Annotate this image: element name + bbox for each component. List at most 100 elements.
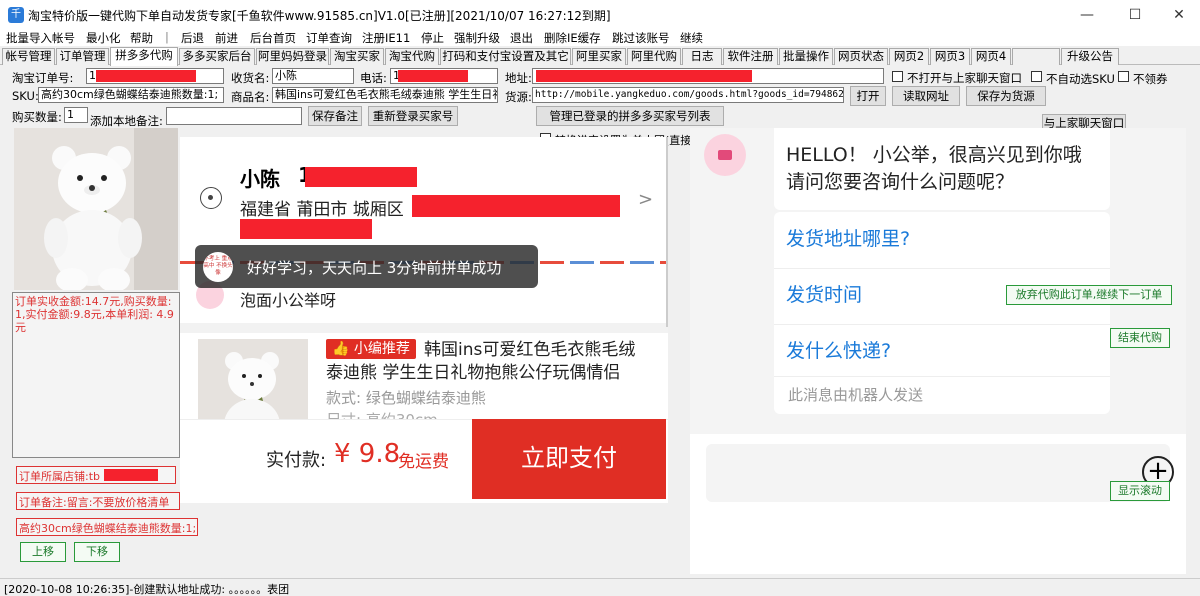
maximize-button[interactable]: ☐ (1112, 0, 1158, 30)
tab-ali-buyer[interactable]: 阿里买家 (572, 48, 626, 65)
no-auto-sku-checkbox[interactable] (1031, 71, 1042, 82)
sku-info-text: 高约30cm绿色蝴蝶结泰迪熊数量:1; (16, 518, 198, 536)
menu-skip-account[interactable]: 跳过该账号 (612, 30, 670, 46)
source-label: 货源: (505, 90, 532, 104)
menu-minimize[interactable]: 最小化 (86, 30, 121, 46)
toast-text: 好好学习，天天向上 3分钟前拼单成功 (247, 259, 502, 277)
menu-register-ie11[interactable]: 注册IE11 (362, 30, 410, 46)
tab-blank[interactable] (1012, 48, 1060, 65)
menu-bar: 批量导入帐号 最小化 帮助 | 后退 前进 后台首页 订单查询 注册IE11 停… (0, 30, 1200, 46)
menu-clear-ie-cache[interactable]: 删除IE缓存 (544, 30, 601, 46)
tab-ali-purchase[interactable]: 阿里代购 (627, 48, 681, 65)
tab-page3[interactable]: 网页3 (930, 48, 970, 65)
move-up-button[interactable]: 上移 (20, 542, 66, 562)
question-ship-time[interactable]: 发货时间 (786, 280, 862, 307)
menu-stop[interactable]: 停止 (421, 30, 444, 46)
divider (774, 268, 1110, 269)
product-style: 款式: 绿色蝴蝶结泰迪熊 (326, 389, 486, 407)
read-url-button[interactable]: 读取网址 (892, 86, 960, 106)
qty-field[interactable]: 1 (64, 107, 88, 123)
tab-taobao-buyer[interactable]: 淘宝买家 (330, 48, 384, 65)
divider (180, 323, 668, 333)
divider (774, 376, 1110, 377)
pay-label: 实付款: (266, 450, 327, 471)
redaction (96, 70, 196, 82)
remark-field[interactable] (166, 107, 302, 125)
menu-home[interactable]: 后台首页 (250, 30, 296, 46)
tab-software-register[interactable]: 软件注册 (723, 48, 778, 65)
tab-pdd-purchase[interactable]: 拼多多代购 (110, 47, 178, 66)
window-title: 淘宝特价版一键代购下单自动发货专家[千鱼软件www.91585.cn]V1.0[… (28, 9, 611, 23)
menu-help[interactable]: 帮助 (130, 30, 153, 46)
open-button[interactable]: 打开 (850, 86, 886, 106)
pay-now-button[interactable]: 立即支付 (472, 419, 666, 499)
product-field[interactable]: 韩国ins可爱红色毛衣熊毛绒泰迪熊 学生生日礼 (272, 87, 498, 103)
tab-page4[interactable]: 网页4 (971, 48, 1011, 65)
finish-purchase-button[interactable]: 结束代购 (1110, 328, 1170, 348)
chat-panel: HELLO！ 小公举，很高兴见到你哦 请问您要咨询什么问题呢？ 发货地址哪里? … (690, 128, 1186, 434)
group-buy-toast: 不考上 重点高中 不换头像 好好学习，天天向上 3分钟前拼单成功 (195, 245, 538, 288)
minimize-button[interactable]: — (1064, 0, 1110, 30)
question-address[interactable]: 发货地址哪里? (786, 224, 910, 251)
qty-label: 购买数量: (12, 110, 62, 124)
toast-avatar: 不考上 重点高中 不换头像 (203, 252, 233, 282)
chevron-right-icon[interactable]: > (638, 189, 653, 210)
order-amount-text: 订单实收金额:14.7元,购买数量:1,实付金额:9.8元,本单利润: 4.9元 (15, 295, 174, 334)
receiver-field[interactable]: 小陈 (272, 68, 354, 84)
menu-exit[interactable]: 退出 (510, 30, 533, 46)
menu-order-query[interactable]: 订单查询 (306, 30, 352, 46)
tab-strip: 帐号管理 订单管理 拼多多代购 多多买家后台 阿里妈妈登录 淘宝买家 淘宝代购 … (0, 47, 1200, 66)
product-image (14, 128, 178, 290)
source-url-field[interactable]: http://mobile.yangkeduo.com/goods.html?g… (532, 87, 844, 103)
sku-field[interactable]: 高约30cm绿色蝴蝶结泰迪熊数量:1; (38, 87, 224, 103)
remark-text: 订单备注:留言:不要放价格清单 (16, 492, 180, 510)
close-button[interactable]: ✕ (1156, 0, 1200, 30)
no-open-chat-checkbox[interactable] (892, 71, 903, 82)
address-label: 地址: (505, 71, 532, 85)
show-scroll-button[interactable]: 显示滚动 (1110, 481, 1170, 501)
tab-account-management[interactable]: 帐号管理 (2, 48, 55, 65)
tab-taobao-purchase[interactable]: 淘宝代购 (385, 48, 439, 65)
receiver-label: 收货名: (231, 71, 270, 85)
receiver-name: 小陈 (240, 167, 280, 191)
question-courier[interactable]: 发什么快递? (786, 336, 891, 363)
title-bar: 千 淘宝特价版一键代购下单自动发货专家[千鱼软件www.91585.cn]V1.… (0, 0, 1200, 30)
menu-import-accounts[interactable]: 批量导入帐号 (6, 30, 75, 46)
manage-buyers-button[interactable]: 管理已登录的拼多多买家号列表 (536, 106, 724, 126)
relogin-button[interactable]: 重新登录买家号 (368, 106, 458, 126)
move-down-button[interactable]: 下移 (74, 542, 120, 562)
tab-pdd-buyer-backend[interactable]: 多多买家后台 (179, 48, 255, 65)
tab-upgrade-notice[interactable]: 升级公告 (1061, 48, 1119, 65)
save-remark-button[interactable]: 保存备注 (308, 106, 362, 126)
app-icon: 千 (8, 7, 24, 23)
menu-continue[interactable]: 继续 (680, 30, 703, 46)
abandon-order-button[interactable]: 放弃代购此订单,继续下一订单 (1006, 285, 1172, 305)
menu-forward[interactable]: 前进 (215, 30, 238, 46)
product-title: 韩国ins可爱红色毛衣熊毛绒泰迪熊 学生生日礼物抱熊公仔玩偶情侣 (326, 340, 636, 383)
no-open-chat-label: 不打开与上家聊天窗口 (907, 71, 1022, 85)
menu-back[interactable]: 后退 (181, 30, 204, 46)
status-text: [2020-10-08 10:26:35]-创建默认地址成功: 。。。。。。表团 (4, 583, 290, 596)
greeting-text: HELLO！ 小公举，很高兴见到你哦 请问您要咨询什么问题呢？ (786, 144, 1082, 193)
chat-input[interactable] (706, 444, 1170, 502)
free-shipping: 免运费 (398, 452, 449, 472)
tab-alimama-login[interactable]: 阿里妈妈登录 (256, 48, 329, 65)
tab-page2[interactable]: 网页2 (889, 48, 929, 65)
seller-avatar (704, 134, 746, 176)
redaction (536, 70, 752, 82)
menu-force-upgrade[interactable]: 强制升级 (454, 30, 500, 46)
tab-order-management[interactable]: 订单管理 (56, 48, 109, 65)
greeting-bubble: HELLO！ 小公举，很高兴见到你哦 请问您要咨询什么问题呢？ (774, 128, 1110, 210)
product-label: 商品名: (231, 90, 270, 104)
tab-log[interactable]: 日志 (682, 48, 722, 65)
tab-batch-operation[interactable]: 批量操作 (779, 48, 833, 65)
shop-name: 泡面小公举呀 (240, 291, 337, 310)
status-bar: [2020-10-08 10:26:35]-创建默认地址成功: 。。。。。。表团 (0, 578, 1200, 596)
tab-page-status[interactable]: 网页状态 (834, 48, 888, 65)
tab-captcha-alipay-settings[interactable]: 打码和支付宝设置及其它 (440, 48, 571, 65)
save-as-source-button[interactable]: 保存为货源 (966, 86, 1046, 106)
redaction (240, 219, 372, 239)
order-page: 小陈 1 福建省 莆田市 城厢区 > 泡面小公举呀 👍 小编推荐 韩国ins可爱… (180, 137, 668, 503)
no-coupon-checkbox[interactable] (1118, 71, 1129, 82)
scrollbar[interactable] (666, 137, 668, 327)
